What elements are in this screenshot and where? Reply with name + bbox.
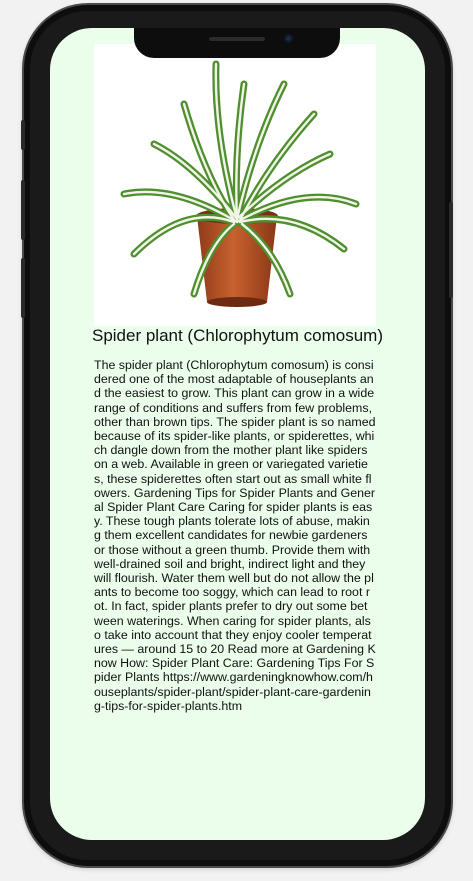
plant-description: The spider plant (Chlorophytum comosum) …: [94, 358, 376, 713]
plant-image: [94, 44, 376, 326]
volume-down-button: [21, 258, 25, 318]
speaker-grille: [209, 37, 265, 41]
spider-plant-illustration: [120, 60, 360, 307]
volume-up-button: [21, 180, 25, 240]
plant-caption: Spider plant (Chlorophytum comosum): [91, 326, 383, 345]
power-button: [449, 202, 453, 298]
front-camera-icon: [284, 34, 293, 43]
notch: [134, 28, 340, 58]
screen: Spider plant (Chlorophytum comosum) The …: [50, 28, 425, 840]
silent-switch: [21, 120, 25, 150]
